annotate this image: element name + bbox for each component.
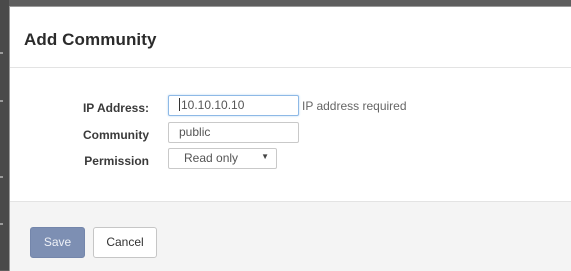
permission-select[interactable]: Read only ▼ (168, 148, 277, 169)
permission-selected-value: Read only (184, 151, 239, 165)
ip-address-value: 10.10.10.10 (181, 98, 245, 112)
permission-label: Permission (84, 154, 149, 168)
community-value: public (179, 125, 211, 139)
save-button[interactable]: Save (30, 227, 85, 258)
edge-mark (0, 52, 3, 54)
ip-address-input[interactable]: 10.10.10.10 (168, 95, 299, 116)
edge-mark (0, 176, 3, 178)
add-community-dialog: Add Community IP Address: 10.10.10.10 IP… (9, 6, 571, 271)
ip-address-label: IP Address: (82, 101, 149, 115)
community-label: Community (83, 128, 149, 142)
community-input[interactable]: public (168, 122, 299, 143)
chevron-down-icon: ▼ (261, 152, 269, 161)
edge-mark (0, 223, 3, 225)
dialog-title: Add Community (24, 30, 157, 49)
background-page-edge (0, 0, 9, 270)
dialog-footer: Save Cancel (10, 201, 571, 271)
ip-address-hint: IP address required (302, 99, 407, 113)
cancel-button[interactable]: Cancel (93, 227, 157, 258)
dialog-body: IP Address: 10.10.10.10 IP address requi… (10, 68, 571, 201)
dialog-header: Add Community (10, 7, 571, 68)
text-cursor (179, 98, 180, 111)
edge-mark (0, 100, 3, 102)
